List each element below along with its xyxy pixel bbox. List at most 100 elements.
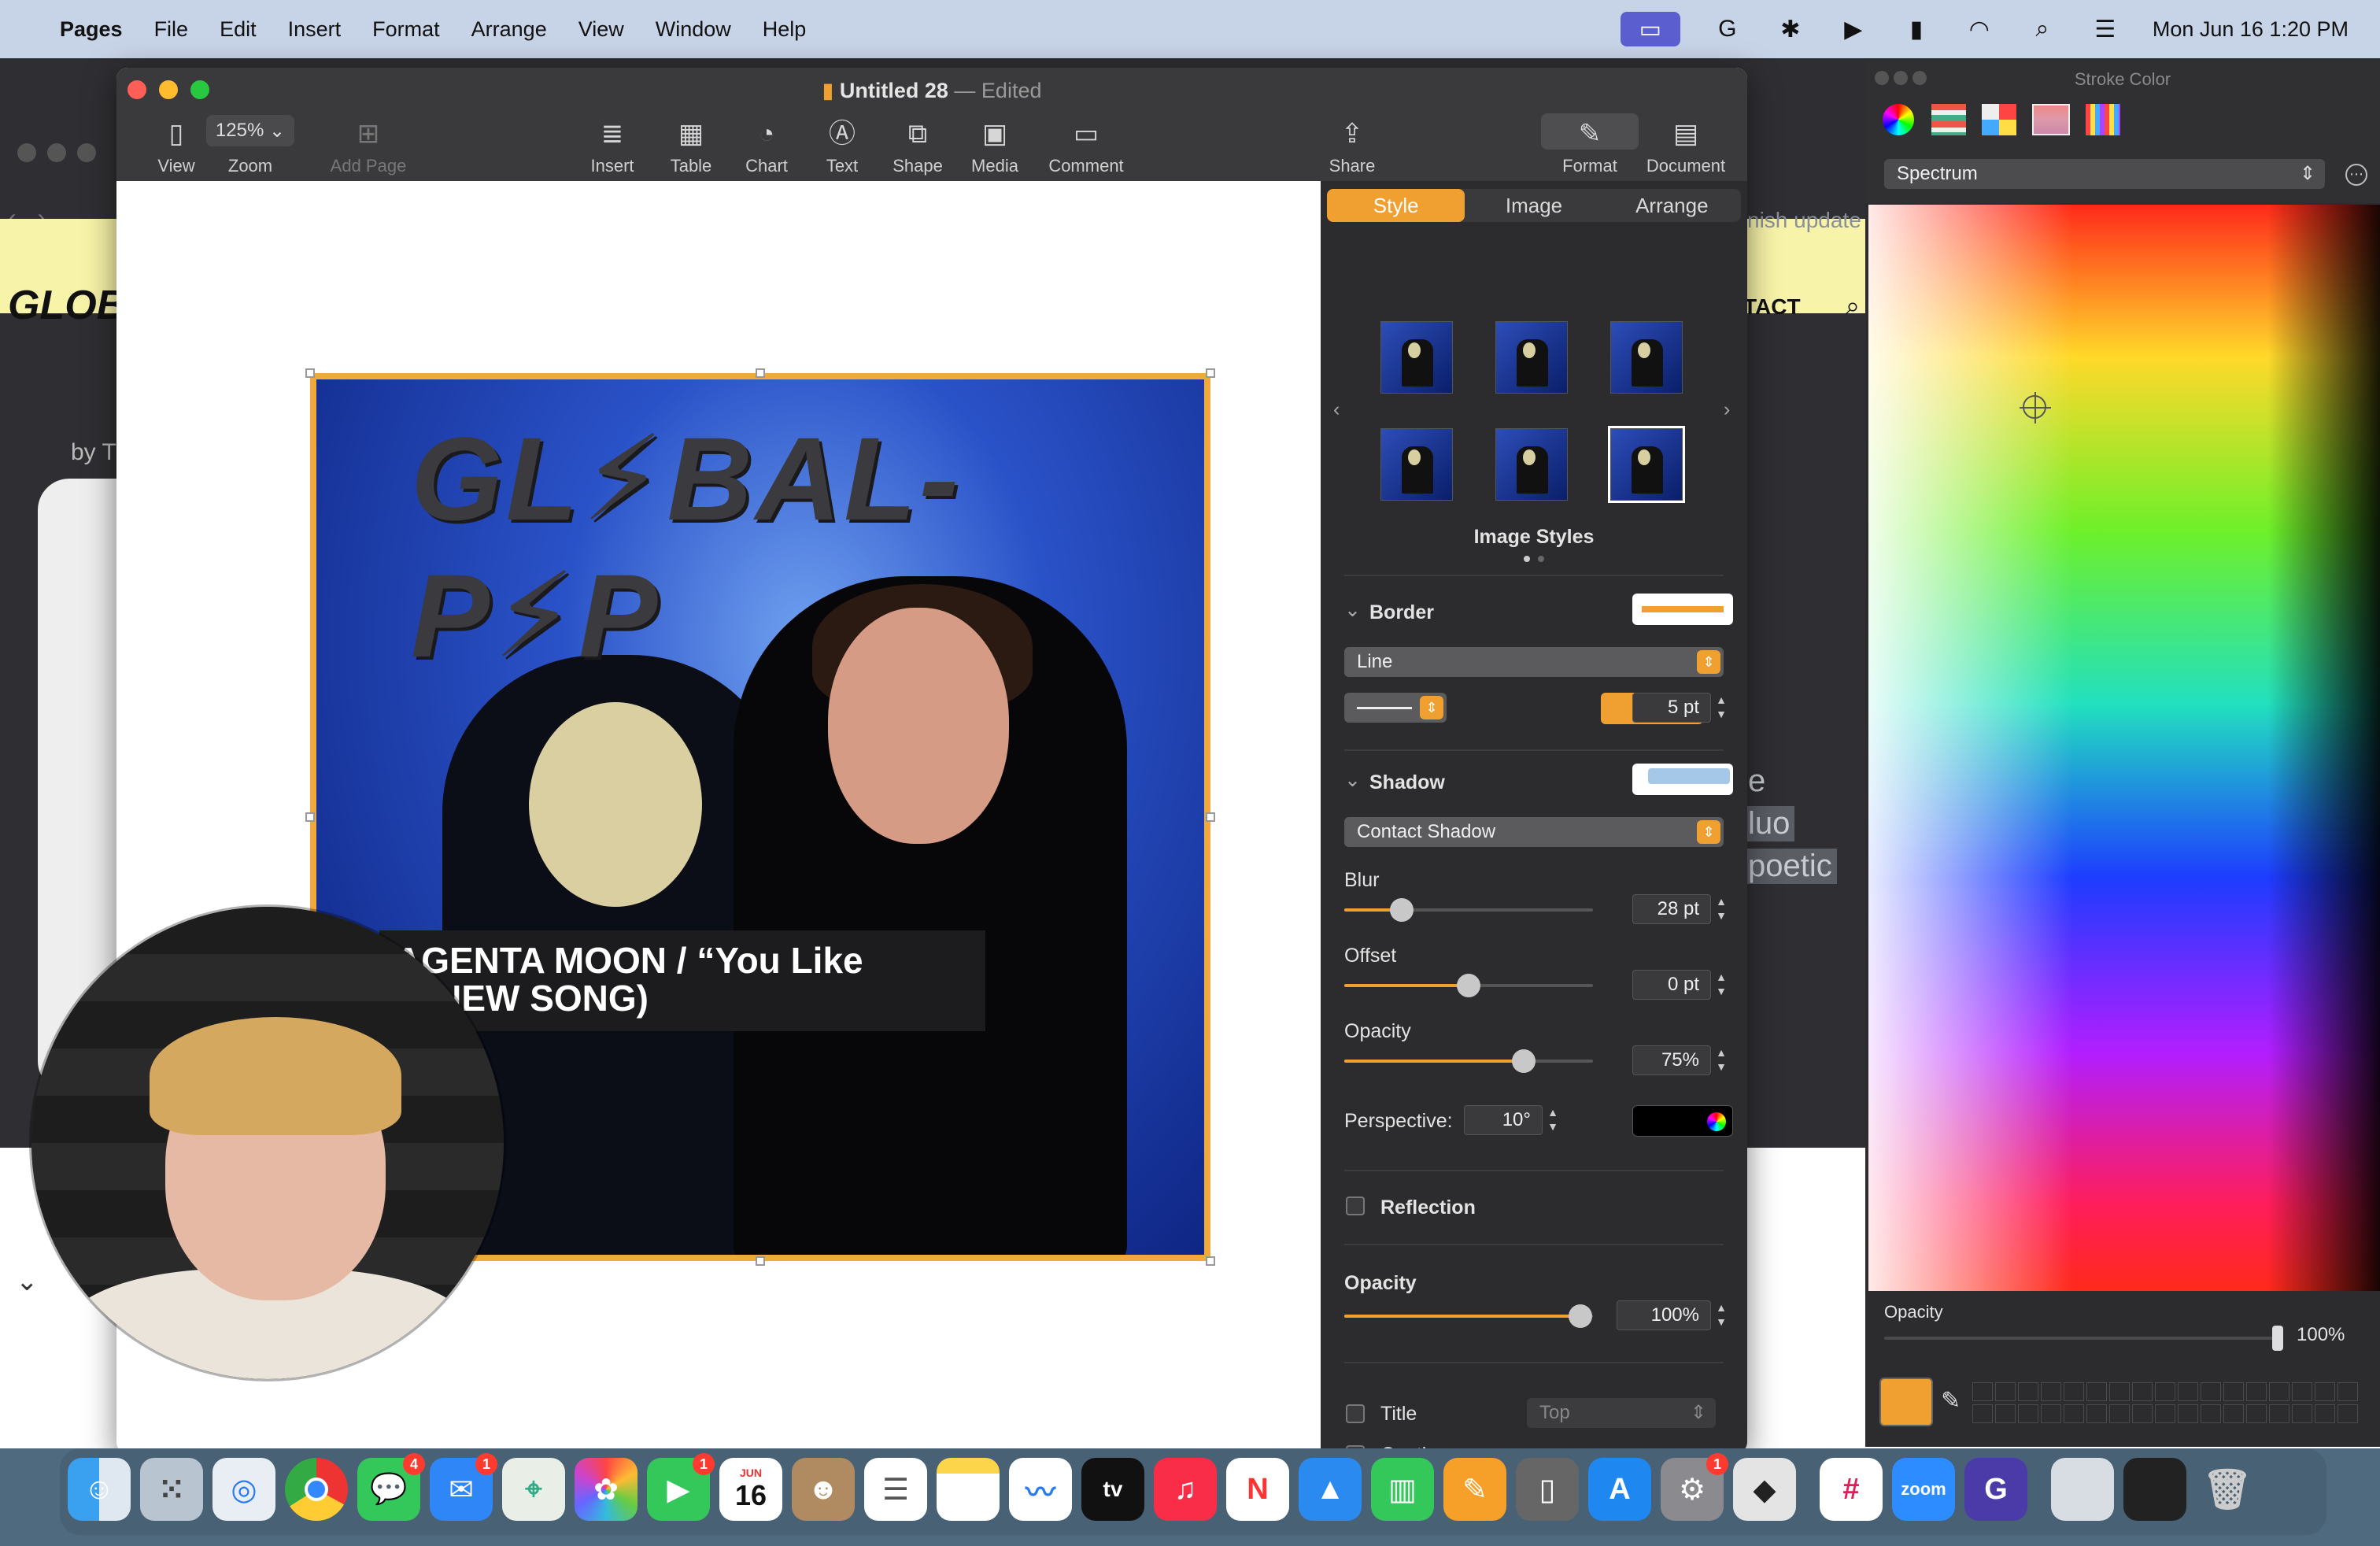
color-swatch-cell[interactable] [2109, 1404, 2130, 1423]
color-swatch-cell[interactable] [2155, 1404, 2175, 1423]
opacity-slider[interactable] [1344, 1304, 1593, 1328]
blur-stepper[interactable]: ▲ ▼ [1713, 894, 1730, 924]
menu-format[interactable]: Format [372, 17, 440, 42]
grammarly-icon[interactable]: G [1712, 15, 1743, 43]
stroke-opacity-field[interactable]: 100% [2297, 1324, 2345, 1346]
tab-style[interactable]: Style [1327, 189, 1465, 222]
color-swatch-cell[interactable] [2338, 1382, 2358, 1401]
control-center-icon[interactable]: ☰ [2090, 15, 2121, 43]
color-swatch-cell[interactable] [2201, 1404, 2221, 1423]
keynote-icon[interactable]: ▲ [1299, 1458, 1362, 1521]
toolbar-share-button[interactable]: ⇪ Share [1313, 118, 1391, 176]
launchpad-icon[interactable]: ⁙ [140, 1458, 203, 1521]
current-color-well[interactable] [1879, 1378, 1933, 1426]
image-style-thumbnail[interactable] [1380, 321, 1453, 394]
color-swatch-cell[interactable] [2109, 1382, 2130, 1401]
toolbar-chart-button[interactable]: ◔ Chart [727, 118, 806, 176]
color-swatch-cell[interactable] [2086, 1404, 2107, 1423]
eyedropper-icon[interactable]: ✎ [1941, 1387, 1961, 1415]
image-style-thumbnail[interactable] [1610, 321, 1683, 394]
site-nav-contact[interactable]: TACT [1743, 294, 1801, 320]
notes-icon[interactable] [937, 1458, 1000, 1521]
news-icon[interactable]: N [1226, 1458, 1289, 1521]
finder-icon[interactable]: ☺ [68, 1458, 131, 1521]
reflection-checkbox[interactable] [1346, 1196, 1365, 1215]
color-swatch-cell[interactable] [2338, 1404, 2358, 1423]
toolbar-format-button[interactable]: ✎ Format [1549, 118, 1631, 176]
roblox-icon[interactable]: ◆ [1733, 1458, 1796, 1521]
blur-field[interactable]: 28 pt [1632, 894, 1711, 924]
toolbar-comment-button[interactable]: ▭ Comment [1039, 118, 1133, 176]
menu-edit[interactable]: Edit [220, 17, 257, 42]
color-swatch-cell[interactable] [2269, 1404, 2289, 1423]
image-style-thumbnail[interactable] [1495, 428, 1568, 501]
menu-app[interactable]: Pages [60, 17, 123, 42]
toolbar-shape-button[interactable]: ⧉ Shape [878, 118, 957, 176]
color-swatch-cell[interactable] [2246, 1404, 2267, 1423]
calendar-icon[interactable]: JUN 16 [719, 1458, 782, 1521]
color-wheel-icon[interactable] [1883, 104, 1914, 135]
pages-icon[interactable]: ✎ [1443, 1458, 1506, 1521]
numbers-icon[interactable]: ▥ [1371, 1458, 1434, 1521]
toolbar-view-button[interactable]: ▯ View [137, 118, 216, 176]
perspective-field[interactable]: 10° [1464, 1105, 1543, 1135]
system-settings-icon[interactable]: ⚙ 1 [1661, 1453, 1728, 1521]
tab-arrange[interactable]: Arrange [1603, 189, 1741, 222]
zoom-icon[interactable]: zoom [1892, 1458, 1955, 1521]
toolbar-table-button[interactable]: ▦ Table [652, 118, 730, 176]
color-swatch-cell[interactable] [2292, 1382, 2312, 1401]
color-swatch-cell[interactable] [2178, 1382, 2198, 1401]
messages-icon[interactable]: 💬 4 [357, 1453, 425, 1521]
menu-insert[interactable]: Insert [288, 17, 342, 42]
maps-icon[interactable]: ⌖ [502, 1458, 565, 1521]
chrome-icon[interactable] [285, 1458, 348, 1521]
title-label[interactable]: Title [1380, 1403, 1417, 1426]
border-width-stepper[interactable]: ▲ ▼ [1713, 693, 1730, 723]
border-width-field[interactable]: 5 pt [1632, 693, 1711, 723]
resize-handle[interactable] [756, 1256, 765, 1266]
apple-tv-icon[interactable]: tv [1081, 1458, 1144, 1521]
shadow-opacity-field[interactable]: 75% [1632, 1045, 1711, 1075]
color-sliders-icon[interactable] [1931, 104, 1966, 135]
more-options-icon[interactable]: ⋯ [2345, 164, 2367, 186]
spotlight-search-icon[interactable]: ⌕ [2027, 15, 2058, 43]
color-swatch-cell[interactable] [1995, 1382, 2016, 1401]
menu-file[interactable]: File [154, 17, 189, 42]
shadow-preview[interactable] [1632, 764, 1733, 795]
color-swatch-cell[interactable] [2223, 1382, 2244, 1401]
offset-field[interactable]: 0 pt [1632, 970, 1711, 1000]
toolbar-media-button[interactable]: ▣ Media [955, 118, 1034, 176]
reflection-label[interactable]: Reflection [1380, 1196, 1476, 1219]
color-swatch-cell[interactable] [2132, 1404, 2153, 1423]
color-swatch-cell[interactable] [2132, 1382, 2153, 1401]
tab-image[interactable]: Image [1465, 189, 1602, 222]
stroke-opacity-slider[interactable] [1884, 1326, 2283, 1351]
menu-window[interactable]: Window [656, 17, 731, 42]
color-swatch-cell[interactable] [2041, 1404, 2061, 1423]
blur-slider[interactable] [1344, 898, 1593, 922]
resize-handle[interactable] [756, 368, 765, 378]
border-line-style-select[interactable]: ⇕ [1344, 693, 1447, 723]
color-swatch-cell[interactable] [2223, 1404, 2244, 1423]
offset-stepper[interactable]: ▲ ▼ [1713, 970, 1730, 1000]
battery-icon[interactable]: ▮ [1901, 15, 1932, 43]
toolbar-document-button[interactable]: ▤ Document [1639, 118, 1733, 176]
resize-handle[interactable] [305, 812, 315, 822]
safari-icon[interactable]: ◎ [213, 1458, 275, 1521]
color-swatch-cell[interactable] [2315, 1382, 2335, 1401]
slack-icon[interactable]: # [1820, 1458, 1883, 1521]
color-picker-crosshair[interactable] [2020, 392, 2051, 423]
facetime-icon[interactable]: ▶ 1 [647, 1453, 715, 1521]
image-style-thumbnail[interactable] [1495, 321, 1568, 394]
color-swatch-cell[interactable] [1972, 1382, 1993, 1401]
color-swatch-cell[interactable] [2269, 1382, 2289, 1401]
recent-window-thumbnail[interactable] [2051, 1458, 2114, 1521]
chevron-down-icon[interactable]: ⌄ [1344, 768, 1361, 792]
app-store-icon[interactable]: A [1588, 1458, 1651, 1521]
reminders-icon[interactable]: ☰ [864, 1458, 927, 1521]
zoom-select[interactable]: 125% ⌄ [206, 115, 294, 146]
image-style-thumbnail-selected[interactable] [1608, 426, 1685, 503]
color-spectrum[interactable] [1868, 205, 2380, 1291]
site-logo[interactable]: GLOB [8, 282, 126, 329]
music-icon[interactable]: ♫ [1154, 1458, 1217, 1521]
